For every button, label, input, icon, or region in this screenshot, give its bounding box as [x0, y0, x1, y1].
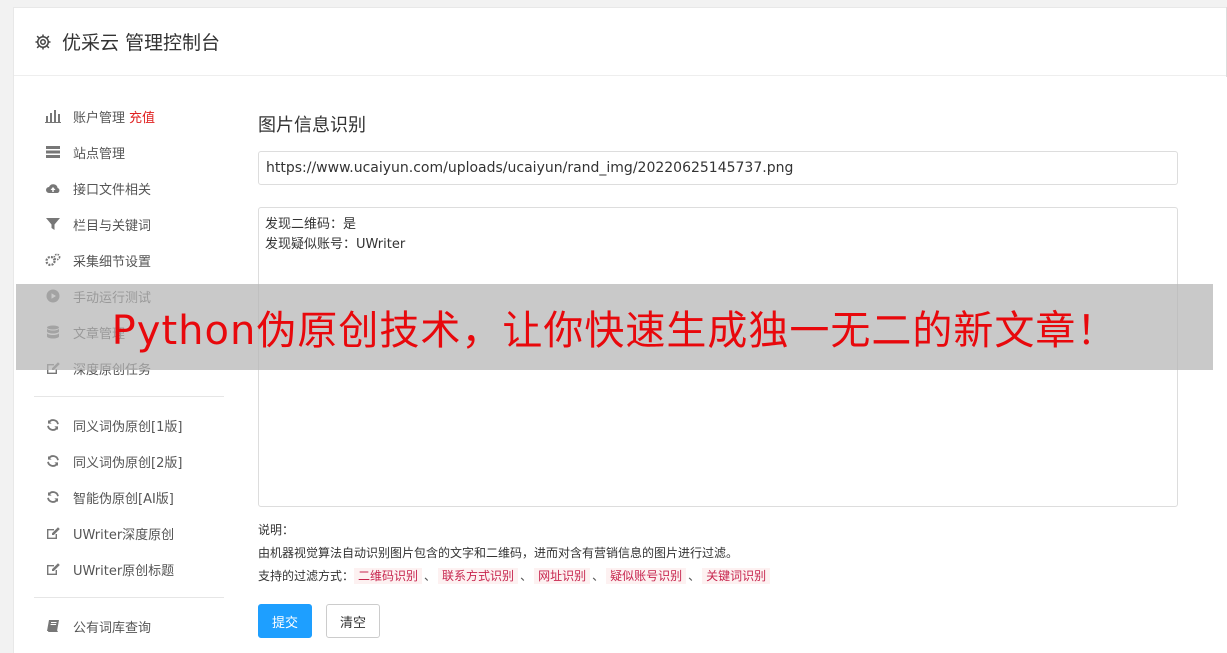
nav-divider: [34, 396, 224, 397]
desc-text: 由机器视觉算法自动识别图片包含的文字和二维码，进而对含有营销信息的图片进行过滤。: [258, 546, 739, 560]
filter-separator: 、: [520, 569, 533, 583]
sidebar-item[interactable]: 智能伪原创[AI版]: [34, 479, 224, 515]
filter-tag: 网址识别: [534, 568, 591, 584]
bar-chart-icon: [44, 109, 62, 123]
desc-label: 说明：: [258, 523, 295, 537]
filter-tag: 联系方式识别: [438, 568, 519, 584]
sidebar-item-label: 采集细节设置: [73, 254, 152, 270]
sidebar-item[interactable]: 账户管理 充值: [34, 98, 224, 134]
overlay-banner: Python伪原创技术，让你快速生成独一无二的新文章！: [16, 284, 1213, 370]
clear-button[interactable]: 清空: [326, 604, 380, 638]
sidebar-item-label: 站点管理: [73, 146, 126, 162]
sidebar-item-label: 栏目与关键词: [73, 218, 152, 234]
sidebar: 账户管理充值站点管理接口文件相关栏目与关键词采集细节设置手动运行测试文章管理深度…: [34, 98, 224, 644]
filter-separator: 、: [592, 569, 605, 583]
nav-divider: [34, 597, 224, 598]
sidebar-item[interactable]: 采集细节设置: [34, 242, 224, 278]
page-title: 图片信息识别: [258, 115, 366, 136]
sidebar-item-label: 智能伪原创[AI版]: [73, 491, 174, 507]
sidebar-item-label: 同义词伪原创[2版]: [73, 455, 183, 471]
filter-label: 支持的过滤方式：: [258, 569, 355, 583]
banner-text: Python伪原创技术，让你快速生成独一无二的新文章！: [111, 308, 1118, 354]
refresh-icon: [44, 490, 62, 504]
console-title: 优采云 管理控制台: [62, 32, 221, 54]
sidebar-item[interactable]: UWriter原创标题: [34, 551, 224, 587]
sidebar-item-label: 同义词伪原创[1版]: [73, 419, 183, 435]
refresh-icon: [44, 454, 62, 468]
sidebar-item[interactable]: 栏目与关键词: [34, 206, 224, 242]
filter-separator: 、: [688, 569, 701, 583]
sidebar-item[interactable]: UWriter深度原创: [34, 515, 224, 551]
book-icon: [44, 619, 62, 633]
sidebar-item-label: UWriter深度原创: [73, 527, 175, 543]
refresh-icon: [44, 418, 62, 432]
sidebar-item[interactable]: 同义词伪原创[2版]: [34, 443, 224, 479]
gears-icon: [44, 253, 62, 267]
edit-icon: [44, 526, 62, 540]
result-line: 发现疑似账号：UWriter: [265, 237, 406, 252]
button-row: 提交 清空: [258, 604, 1178, 638]
server-icon: [44, 145, 62, 159]
filter-tag: 二维码识别: [354, 568, 423, 584]
filter-separator: 、: [424, 569, 437, 583]
filter-tag: 关键词识别: [702, 568, 771, 584]
image-url-input[interactable]: [258, 151, 1178, 185]
filter-methods: 支持的过滤方式： 二维码识别、联系方式识别、网址识别、疑似账号识别、关键词识别: [258, 565, 1178, 588]
description: 说明： 由机器视觉算法自动识别图片包含的文字和二维码，进而对含有营销信息的图片进…: [258, 519, 1178, 588]
sidebar-item[interactable]: 站点管理: [34, 134, 224, 170]
submit-button[interactable]: 提交: [258, 604, 312, 638]
sidebar-item-label: 账户管理: [73, 110, 126, 126]
sidebar-item[interactable]: 接口文件相关: [34, 170, 224, 206]
sidebar-item[interactable]: 同义词伪原创[1版]: [34, 407, 224, 443]
recharge-link[interactable]: 充值: [129, 107, 155, 126]
sidebar-item-label: 接口文件相关: [73, 182, 152, 198]
result-line: 发现二维码：是: [265, 217, 357, 232]
gear-icon: [35, 34, 51, 49]
page-header: 优采云 管理控制台: [14, 8, 1227, 76]
sidebar-item[interactable]: 公有词库查询: [34, 608, 224, 644]
cloud-upload-icon: [44, 181, 62, 195]
edit-icon: [44, 562, 62, 576]
sidebar-item-label: 公有词库查询: [73, 620, 152, 636]
filter-tag: 疑似账号识别: [606, 568, 687, 584]
sidebar-item-label: UWriter原创标题: [73, 563, 175, 579]
filter-icon: [44, 217, 62, 231]
